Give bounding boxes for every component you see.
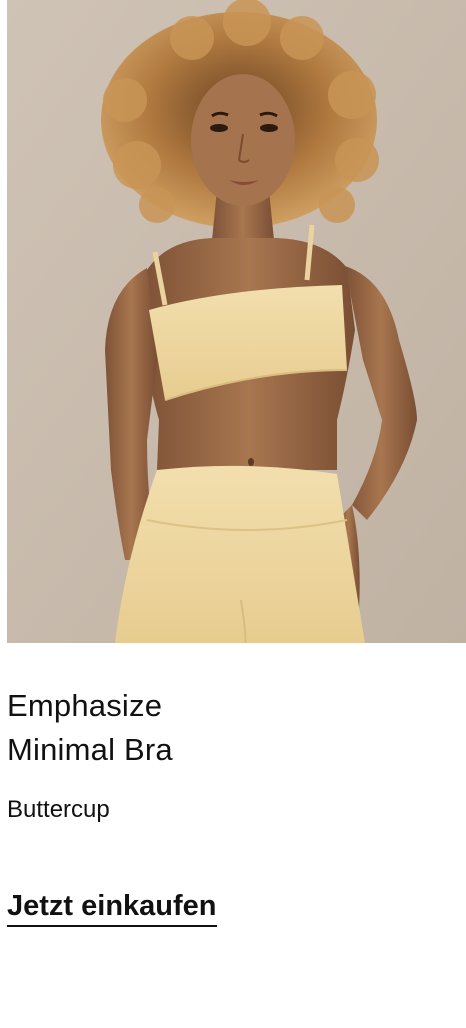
- product-image[interactable]: [7, 0, 466, 643]
- shop-now-link[interactable]: Jetzt einkaufen: [7, 888, 217, 927]
- product-title-line-2: Minimal Bra: [7, 732, 173, 767]
- product-title-line-1: Emphasize: [7, 688, 163, 723]
- product-color-name: Buttercup: [7, 796, 110, 823]
- product-photo: [7, 0, 466, 643]
- product-card[interactable]: Emphasize Minimal Bra Buttercup Jetzt ei…: [0, 0, 466, 1028]
- product-title[interactable]: Emphasize Minimal Bra: [7, 684, 447, 772]
